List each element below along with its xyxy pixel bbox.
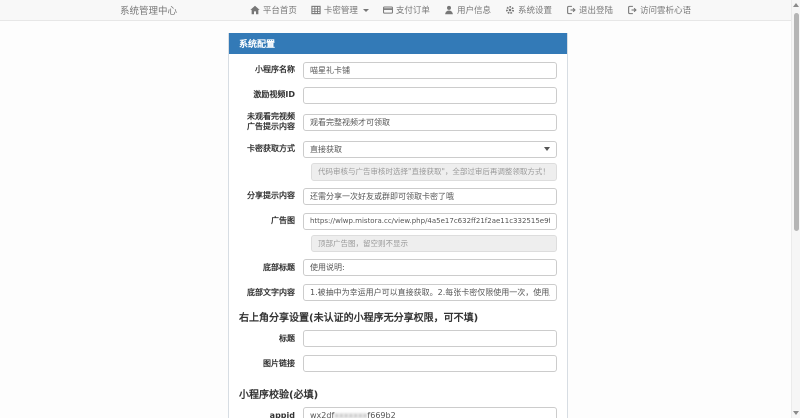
nav-item-label: 系统设置 <box>518 4 552 16</box>
system-config-panel: 系统配置 小程序名称 激励视频ID 未观看完视频 广告提示内容 卡密获取方式 直… <box>228 33 568 418</box>
nav-item-system-settings[interactable]: 系统设置 <box>498 4 559 16</box>
share-section-heading: 右上角分享设置(未认证的小程序无分享权限，可不填) <box>239 309 557 324</box>
share-title-label: 标题 <box>239 334 303 344</box>
nav-item-label: 访问雲析心语 <box>640 4 691 16</box>
home-icon <box>250 5 260 15</box>
nav-item-label: 支付订单 <box>396 4 430 16</box>
appid-masked-segment: xxxxxxx <box>334 411 367 418</box>
app-title: 系统管理中心 <box>120 3 177 17</box>
share-image-url-input[interactable] <box>303 355 557 372</box>
appid-input[interactable]: wx2df xxxxxxx f669b2 <box>303 407 557 418</box>
app-name-input[interactable] <box>303 62 557 79</box>
share-tip-label: 分享提示内容 <box>239 191 303 201</box>
chevron-down-icon <box>544 147 550 151</box>
share-image-url-label: 图片链接 <box>239 359 303 369</box>
user-icon <box>444 5 454 15</box>
panel-title: 系统配置 <box>229 33 567 54</box>
ad-image-help: 顶部广告图，留空则不显示 <box>311 235 557 253</box>
nav-item-label: 平台首页 <box>263 4 297 16</box>
logout-icon <box>627 5 637 15</box>
unfinished-video-tip-input[interactable] <box>303 114 557 131</box>
card-fetch-mode-label: 卡密获取方式 <box>239 144 303 154</box>
scroll-down-arrow-icon[interactable] <box>793 411 799 415</box>
scroll-up-arrow-icon[interactable] <box>793 3 799 7</box>
nav-item-label: 退出登陆 <box>579 4 613 16</box>
unfinished-video-tip-label: 未观看完视频 广告提示内容 <box>239 112 303 133</box>
card-fetch-mode-help: 代码审核与广告审核时选择"直接获取"，全部过审后再调整领取方式！ <box>311 163 557 181</box>
nav-item-logout[interactable]: 退出登陆 <box>559 4 620 16</box>
appid-label: appid <box>239 411 303 418</box>
gear-icon <box>505 5 515 15</box>
ad-image-label: 广告图 <box>239 216 303 226</box>
credit-card-icon <box>383 5 393 15</box>
vertical-scrollbar[interactable] <box>791 0 800 418</box>
config-form: 小程序名称 激励视频ID 未观看完视频 广告提示内容 卡密获取方式 直接获取 代… <box>229 54 567 418</box>
ad-image-input[interactable] <box>303 213 557 230</box>
nav-item-payment-orders[interactable]: 支付订单 <box>376 4 437 16</box>
footer-title-input[interactable] <box>303 259 557 276</box>
chevron-down-icon <box>363 9 369 12</box>
scrollbar-thumb[interactable] <box>794 13 799 231</box>
footer-text-label: 底部文字内容 <box>239 288 303 298</box>
nav-item-user-info[interactable]: 用户信息 <box>437 4 498 16</box>
card-fetch-mode-select[interactable]: 直接获取 <box>303 141 557 158</box>
table-icon <box>311 5 321 15</box>
reward-video-id-label: 激励视频ID <box>239 90 303 100</box>
app-name-label: 小程序名称 <box>239 65 303 75</box>
selected-option: 直接获取 <box>310 144 342 155</box>
nav-item-label: 卡密管理 <box>324 4 358 16</box>
nav-item-label: 用户信息 <box>457 4 491 16</box>
verify-section-heading: 小程序校验(必填) <box>239 386 557 401</box>
nav-menu: 平台首页 卡密管理 支付订单 <box>243 4 698 16</box>
appid-suffix: f669b2 <box>367 411 395 418</box>
nav-item-card-management[interactable]: 卡密管理 <box>304 4 376 16</box>
top-navbar: 系统管理中心 平台首页 卡密管理 <box>0 0 800 21</box>
appid-prefix: wx2df <box>310 411 334 418</box>
nav-item-visit-site[interactable]: 访问雲析心语 <box>620 4 698 16</box>
share-title-input[interactable] <box>303 330 557 347</box>
screen: 系统管理中心 平台首页 卡密管理 <box>0 0 800 418</box>
reward-video-id-input[interactable] <box>303 87 557 104</box>
footer-text-input[interactable] <box>303 284 557 301</box>
share-tip-input[interactable] <box>303 188 557 205</box>
logout-icon <box>566 5 576 15</box>
footer-title-label: 底部标题 <box>239 263 303 273</box>
nav-item-platform-home[interactable]: 平台首页 <box>243 4 304 16</box>
